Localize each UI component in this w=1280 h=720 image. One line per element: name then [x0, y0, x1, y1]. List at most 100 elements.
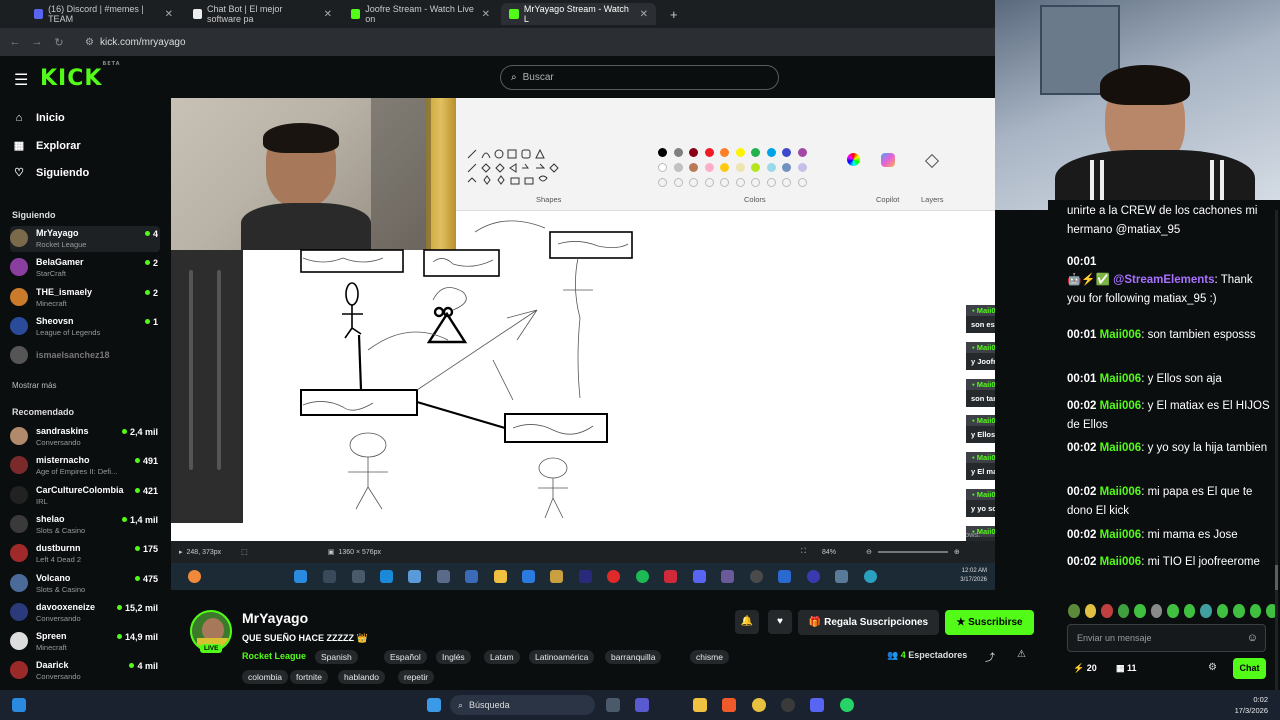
- color-swatch[interactable]: [797, 148, 807, 157]
- leaderboard-count[interactable]: ▦ 11: [1116, 663, 1137, 674]
- sidebar-item-explorar[interactable]: ▦ Explorar: [12, 139, 81, 153]
- teams-icon[interactable]: [635, 698, 649, 712]
- zoom-out-icon[interactable]: ⊖: [866, 548, 872, 556]
- color-swatch[interactable]: [782, 148, 791, 157]
- paint-canvas[interactable]: [243, 210, 793, 526]
- notification-bell-button[interactable]: 🔔: [735, 610, 759, 634]
- empty-color-swatch[interactable]: [658, 178, 667, 187]
- sidebar-channel[interactable]: Volcano Slots & Casino 475: [10, 571, 160, 597]
- empty-color-swatch[interactable]: [689, 178, 698, 187]
- taskview-icon[interactable]: [606, 698, 620, 712]
- chat-scrollbar-thumb[interactable]: [1275, 565, 1278, 590]
- chat-username[interactable]: Maii006: [1100, 529, 1142, 541]
- emote-icon[interactable]: [1183, 604, 1196, 618]
- sidebar-channel[interactable]: davooxeneize Conversando 15,2 mil: [10, 600, 160, 626]
- empty-color-swatch[interactable]: [751, 178, 760, 187]
- stream-category[interactable]: Rocket League: [242, 651, 306, 661]
- emote-icon[interactable]: [1134, 604, 1146, 618]
- sidebar-item-siguiendo[interactable]: ♡ Siguiendo: [12, 166, 89, 180]
- stream-tag[interactable]: Inglés: [436, 650, 471, 664]
- sidebar-channel[interactable]: Spreen Minecraft 14,9 mil: [10, 629, 160, 655]
- chat-input[interactable]: Enviar un mensaje ☺: [1067, 624, 1266, 652]
- chat-username[interactable]: Maii006: [1100, 373, 1142, 385]
- sidebar-channel[interactable]: BelaGamer StarCraft 2: [10, 255, 160, 281]
- color-swatch[interactable]: [658, 148, 667, 157]
- send-chat-button[interactable]: Chat: [1233, 658, 1266, 679]
- gift-subs-button[interactable]: 🎁 Regala Suscripciones: [798, 610, 939, 635]
- stream-tag[interactable]: Latinoamérica: [529, 650, 595, 664]
- close-tab-icon[interactable]: ✕: [165, 9, 173, 20]
- tab-discord[interactable]: (16) Discord | #memes | TEAM ✕: [26, 3, 181, 25]
- empty-color-swatch[interactable]: [735, 178, 745, 187]
- stream-tag[interactable]: Spanish: [315, 650, 358, 664]
- stream-tag[interactable]: colombia: [242, 670, 289, 684]
- kick-logo[interactable]: KICKBETA: [40, 61, 121, 91]
- taskbar-search[interactable]: ⌕ Búsqueda: [450, 695, 595, 715]
- edit-colors-icon[interactable]: [847, 153, 860, 166]
- stream-tag[interactable]: hablando: [338, 670, 385, 684]
- emote-bar[interactable]: [1068, 604, 1278, 618]
- chat-scrollbar[interactable]: [1275, 210, 1278, 690]
- chat-username[interactable]: Maii006: [1100, 486, 1142, 498]
- discord-icon[interactable]: [810, 698, 824, 712]
- steam-icon[interactable]: [781, 698, 795, 712]
- sidebar-channel[interactable]: sandraskins Conversando 2,4 mil: [10, 424, 160, 450]
- forward-icon[interactable]: →: [26, 36, 48, 48]
- color-swatch[interactable]: [704, 148, 714, 157]
- color-swatch[interactable]: [689, 163, 698, 172]
- copilot-icon[interactable]: [881, 153, 895, 167]
- stream-tag[interactable]: Latam: [484, 650, 520, 664]
- sidebar-channel[interactable]: ismaelsanchez18: [10, 343, 160, 369]
- tab-chatbot[interactable]: Chat Bot | El mejor software pa ✕: [185, 3, 340, 25]
- emote-icon[interactable]: [1150, 604, 1163, 618]
- color-swatch[interactable]: [689, 148, 698, 157]
- emote-icon[interactable]: [1233, 604, 1245, 618]
- whatsapp-icon[interactable]: [840, 698, 854, 712]
- report-icon[interactable]: ⚠: [1017, 649, 1026, 660]
- color-swatch[interactable]: [720, 148, 729, 157]
- zoom-in-icon[interactable]: ⊕: [954, 548, 960, 556]
- sidebar-item-inicio[interactable]: ⌂ Inicio: [12, 112, 65, 124]
- stream-tag[interactable]: repetir: [398, 670, 435, 684]
- emote-icon[interactable]: [1249, 604, 1262, 618]
- color-swatch[interactable]: [735, 163, 745, 172]
- chat-username[interactable]: Maii006: [1100, 442, 1142, 454]
- brave-icon[interactable]: [722, 698, 736, 712]
- chat-username[interactable]: Maii006: [1100, 329, 1142, 341]
- emote-icon[interactable]: [1167, 604, 1179, 618]
- follow-button[interactable]: ♥: [768, 610, 792, 634]
- sidebar-channel[interactable]: shelao Slots & Casino 1,4 mil: [10, 512, 160, 538]
- chat-settings-icon[interactable]: ⚙: [1208, 662, 1217, 673]
- color-swatch[interactable]: [720, 163, 729, 172]
- close-tab-icon[interactable]: ✕: [324, 9, 332, 20]
- folder-icon[interactable]: [693, 698, 707, 712]
- sidebar-channel[interactable]: Sheovsn League of Legends 1: [10, 314, 160, 340]
- emote-icon[interactable]: [1068, 604, 1080, 618]
- color-swatch[interactable]: [673, 163, 683, 172]
- color-swatch[interactable]: [704, 163, 714, 172]
- empty-color-swatch[interactable]: [704, 178, 714, 187]
- back-icon[interactable]: ←: [4, 36, 26, 48]
- close-tab-icon[interactable]: ✕: [482, 9, 490, 20]
- show-more-link[interactable]: Mostrar más: [12, 381, 56, 390]
- chat-username[interactable]: @StreamElements: [1113, 274, 1214, 286]
- chat-username[interactable]: Maii006: [1100, 556, 1142, 568]
- sidebar-channel[interactable]: Daarick Conversando 4 mil: [10, 658, 160, 684]
- color-swatch[interactable]: [751, 148, 760, 157]
- site-info-icon[interactable]: ⚙: [85, 37, 94, 48]
- color-swatch[interactable]: [673, 148, 683, 157]
- sidebar-channel[interactable]: dustburnn Left 4 Dead 2 175: [10, 541, 160, 567]
- stream-tag[interactable]: chisme: [690, 650, 729, 664]
- stream-tag[interactable]: Español: [384, 650, 427, 664]
- empty-color-swatch[interactable]: [766, 178, 776, 187]
- empty-color-swatch[interactable]: [673, 178, 683, 187]
- chrome-icon[interactable]: [752, 698, 766, 712]
- reload-icon[interactable]: ↻: [48, 36, 70, 49]
- url-field[interactable]: ⚙ kick.com/mryayago: [85, 34, 965, 50]
- window-icon[interactable]: [12, 698, 26, 712]
- stream-tag[interactable]: fortnite: [290, 670, 328, 684]
- color-swatch[interactable]: [751, 163, 760, 172]
- search-input[interactable]: ⌕ Buscar: [500, 65, 779, 90]
- tab-mryayago[interactable]: MrYayago Stream - Watch L ✕: [501, 3, 656, 25]
- taskbar-clock[interactable]: 0:02 17/3/2026: [1235, 694, 1268, 716]
